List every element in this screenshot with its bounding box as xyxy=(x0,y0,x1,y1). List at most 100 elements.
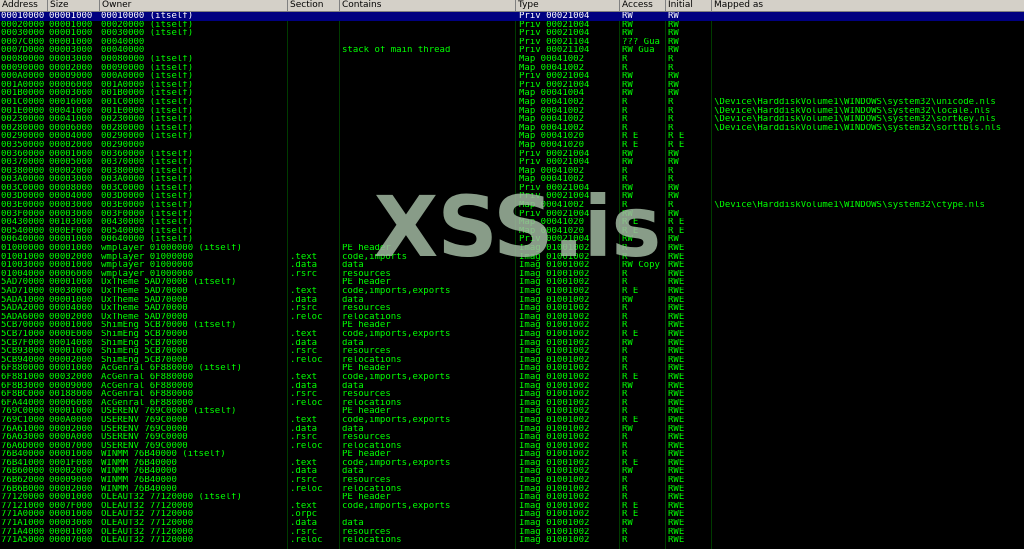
table-row[interactable]: 003C0000 00008000 003C0000 (itself) Priv 00… xyxy=(0,184,1024,193)
cell-access: R xyxy=(622,278,628,287)
table-row[interactable]: 001C0000 00016000 001C0000 (itself) Map 000… xyxy=(0,98,1024,107)
column-header-size[interactable]: Size xyxy=(48,0,100,11)
table-row[interactable]: 76A63000 0000A000 USERENV 769C0000 .rsrc res… xyxy=(0,433,1024,442)
column-header-initial[interactable]: Initial xyxy=(666,0,712,11)
table-row[interactable]: 01000000 00001000 wmplayer 01000000 (itsel… xyxy=(0,244,1024,253)
cell-access: RW xyxy=(622,89,633,98)
cell-contains: PE header xyxy=(342,244,391,253)
cell-owner: UxTheme 5AD70000 xyxy=(101,312,188,322)
table-row[interactable]: 00540000 000EF000 00540000 (itself) Map 000… xyxy=(0,227,1024,236)
column-header-mapped-as[interactable]: Mapped as xyxy=(712,0,1024,11)
cell-size: 0000E000 xyxy=(49,329,93,339)
table-row[interactable]: 00080000 00003000 00080000 (itself) Map 000… xyxy=(0,55,1024,64)
cell-address: 6FA44000 xyxy=(1,398,45,408)
cell-section: .reloc xyxy=(290,441,323,451)
column-header-section[interactable]: Section xyxy=(288,0,340,11)
table-row[interactable]: 0007D000 00003000 00040000 stack of main th… xyxy=(0,46,1024,55)
table-row[interactable]: 5CB70000 00001000 ShimEng 5CB70000 (itself… xyxy=(0,321,1024,330)
cell-owner: WINMM 76B40000 xyxy=(101,476,177,485)
table-row[interactable]: 01004000 00006000 wmplayer 01000000 .rsrc re… xyxy=(0,270,1024,279)
table-row[interactable]: 77121000 0007F000 OLEAUT32 77120000 .text co… xyxy=(0,502,1024,511)
column-header-address[interactable]: Address xyxy=(0,0,48,11)
table-row[interactable]: 5AD71000 00030000 UxTheme 5AD70000 .text cod… xyxy=(0,287,1024,296)
cell-size: 00004000 xyxy=(49,132,93,141)
cell-initial: RWE xyxy=(668,484,685,494)
table-row[interactable]: 01001000 00002000 wmplayer 01000000 .text co… xyxy=(0,253,1024,262)
column-header-access[interactable]: Access xyxy=(620,0,666,11)
cell-access: R E xyxy=(622,510,639,520)
cell-address: 0007C000 xyxy=(1,37,45,47)
table-row[interactable]: 6FA44000 00006000 AcGenral 6F880000 .reloc r… xyxy=(0,399,1024,408)
cell-owner: 00380000 (itself) xyxy=(101,166,194,176)
table-row[interactable]: 771A5000 00007000 OLEAUT32 77120000 .reloc r… xyxy=(0,536,1024,545)
table-row[interactable]: 00350000 00002000 00290000 Map 00041020 R E R… xyxy=(0,141,1024,150)
cell-address: 76B40000 xyxy=(1,450,45,459)
table-row[interactable]: 00010000 00001000 00010000 (itself) Priv 00… xyxy=(0,12,1024,21)
table-row[interactable]: 77120000 00001000 OLEAUT32 77120000 (itsel… xyxy=(0,493,1024,502)
cell-owner: 00290000 xyxy=(101,140,145,150)
table-row[interactable]: 76B60000 00002000 WINMM 76B40000 .data data I… xyxy=(0,467,1024,476)
table-row[interactable]: 00370000 00005000 00370000 (itself) Priv 00… xyxy=(0,158,1024,167)
cell-contains: code,imports,exports xyxy=(342,287,451,296)
table-row[interactable]: 00090000 00002000 00090000 (itself) Map 000… xyxy=(0,64,1024,73)
cell-address: 00280000 xyxy=(1,123,45,133)
table-row[interactable]: 00430000 00103000 00430000 (itself) Map 000… xyxy=(0,218,1024,227)
column-header-owner[interactable]: Owner xyxy=(100,0,288,11)
table-row[interactable]: 76A61000 00002000 USERENV 769C0000 .data dat… xyxy=(0,425,1024,434)
table-row[interactable]: 0007C000 00001000 00040000 Priv 00021104???… xyxy=(0,38,1024,47)
table-row[interactable]: 6F881000 00032000 AcGenral 6F880000 .text co… xyxy=(0,373,1024,382)
table-row[interactable]: 76A6D000 00007000 USERENV 769C0000 .reloc re… xyxy=(0,442,1024,451)
column-header-contains[interactable]: Contains xyxy=(340,0,516,11)
table-row[interactable]: 5ADA2000 00004000 UxTheme 5AD70000 .rsrc res… xyxy=(0,304,1024,313)
table-row[interactable]: 6F8BC000 00188000 AcGenral 6F880000 .rsrc re… xyxy=(0,390,1024,399)
table-row[interactable]: 76B41000 0001F000 WINMM 76B40000 .text code,… xyxy=(0,459,1024,468)
cell-initial: RWE xyxy=(668,338,685,348)
table-row[interactable]: 01003000 00001000 wmplayer 01000000 .data da… xyxy=(0,261,1024,270)
table-row[interactable]: 003E0000 00003000 003E0000 (itself) Map 000… xyxy=(0,201,1024,210)
table-row[interactable]: 5AD70000 00001000 UxTheme 5AD70000 (itself… xyxy=(0,278,1024,287)
table-row[interactable]: 769C1000 000A0000 USERENV 769C0000 .text cod… xyxy=(0,416,1024,425)
table-row[interactable]: 00290000 00004000 00290000 (itself) Map 000… xyxy=(0,132,1024,141)
table-row[interactable]: 76B62000 00009000 WINMM 76B40000 .rsrc resou… xyxy=(0,476,1024,485)
table-row[interactable]: 6F8B3000 00009000 AcGenral 6F880000 .data da… xyxy=(0,382,1024,391)
table-row[interactable]: 00280000 00006000 00280000 (itself) Map 000… xyxy=(0,124,1024,133)
table-row[interactable]: 003D0000 00004000 003D0000 (itself) Priv 00… xyxy=(0,192,1024,201)
table-row[interactable]: 5ADA6000 00002000 UxTheme 5AD70000 .reloc re… xyxy=(0,313,1024,322)
cell-type: Imag 01001002 xyxy=(519,355,590,365)
table-row[interactable]: 5ADA1000 00001000 UxTheme 5AD70000 .data dat… xyxy=(0,296,1024,305)
column-header-type[interactable]: Type xyxy=(516,0,620,11)
table-row[interactable]: 001A0000 00006000 001A0000 (itself) Priv 00… xyxy=(0,81,1024,90)
table-row[interactable]: 769C0000 00001000 USERENV 769C0000 (itself… xyxy=(0,407,1024,416)
table-row[interactable]: 5CB71000 0000E000 ShimEng 5CB70000 .text cod… xyxy=(0,330,1024,339)
table-row[interactable]: 771A0000 00001000 OLEAUT32 77120000 .orpc Im… xyxy=(0,510,1024,519)
table-row[interactable]: 00030000 00001000 00030000 (itself) Priv 00… xyxy=(0,29,1024,38)
table-row[interactable]: 00360000 00001000 00360000 (itself) Priv 00… xyxy=(0,150,1024,159)
table-row[interactable]: 6F880000 00001000 AcGenral 6F880000 (itsel… xyxy=(0,364,1024,373)
cell-type: Imag 01001002 xyxy=(519,458,590,468)
table-row[interactable]: 5CB94000 00002000 ShimEng 5CB70000 .reloc re… xyxy=(0,356,1024,365)
table-row[interactable]: 00640000 00001000 00640000 (itself) Priv 00… xyxy=(0,235,1024,244)
cell-contains: relocations xyxy=(342,312,402,322)
cell-type: Priv 00021004 xyxy=(519,29,590,38)
table-row[interactable]: 00230000 00041000 00230000 (itself) Map 000… xyxy=(0,115,1024,124)
cell-contains: relocations xyxy=(342,441,402,451)
table-row[interactable]: 76B40000 00001000 WINMM 76B40000 (itself) P… xyxy=(0,450,1024,459)
cell-address: 5AD70000 xyxy=(1,278,45,287)
memory-map-table: 00010000 00001000 00010000 (itself) Priv 00… xyxy=(0,12,1024,549)
table-row[interactable]: 5CB93000 00001000 ShimEng 5CB70000 .rsrc res… xyxy=(0,347,1024,356)
table-row[interactable]: 003F0000 00003000 003F0000 (itself) Priv 00… xyxy=(0,210,1024,219)
table-row[interactable]: 5CB7F000 00014000 ShimEng 5CB70000 .data dat… xyxy=(0,339,1024,348)
cell-owner: 001E0000 (itself) xyxy=(101,106,194,116)
table-row[interactable]: 003A0000 00003000 003A0000 (itself) Map 000… xyxy=(0,175,1024,184)
cell-initial: R xyxy=(668,63,674,73)
table-row[interactable]: 000A0000 00009000 000A0000 (itself) Priv 00… xyxy=(0,72,1024,81)
cell-contains: relocations xyxy=(342,484,402,494)
table-row[interactable]: 771A4000 00001000 OLEAUT32 77120000 .rsrc re… xyxy=(0,528,1024,537)
cell-access: R xyxy=(622,347,628,356)
table-row[interactable]: 001B0000 00003000 001B0000 (itself) Map 000… xyxy=(0,89,1024,98)
table-row[interactable]: 00020000 00001000 00020000 (itself) Priv 00… xyxy=(0,21,1024,30)
table-row[interactable]: 001E0000 00041000 001E0000 (itself) Map 000… xyxy=(0,107,1024,116)
table-row[interactable]: 771A1000 00003000 OLEAUT32 77120000 .data da… xyxy=(0,519,1024,528)
table-row[interactable]: 76B6B000 00002000 WINMM 76B40000 .reloc relo… xyxy=(0,485,1024,494)
table-row[interactable]: 00380000 00002000 00380000 (itself) Map 000… xyxy=(0,167,1024,176)
